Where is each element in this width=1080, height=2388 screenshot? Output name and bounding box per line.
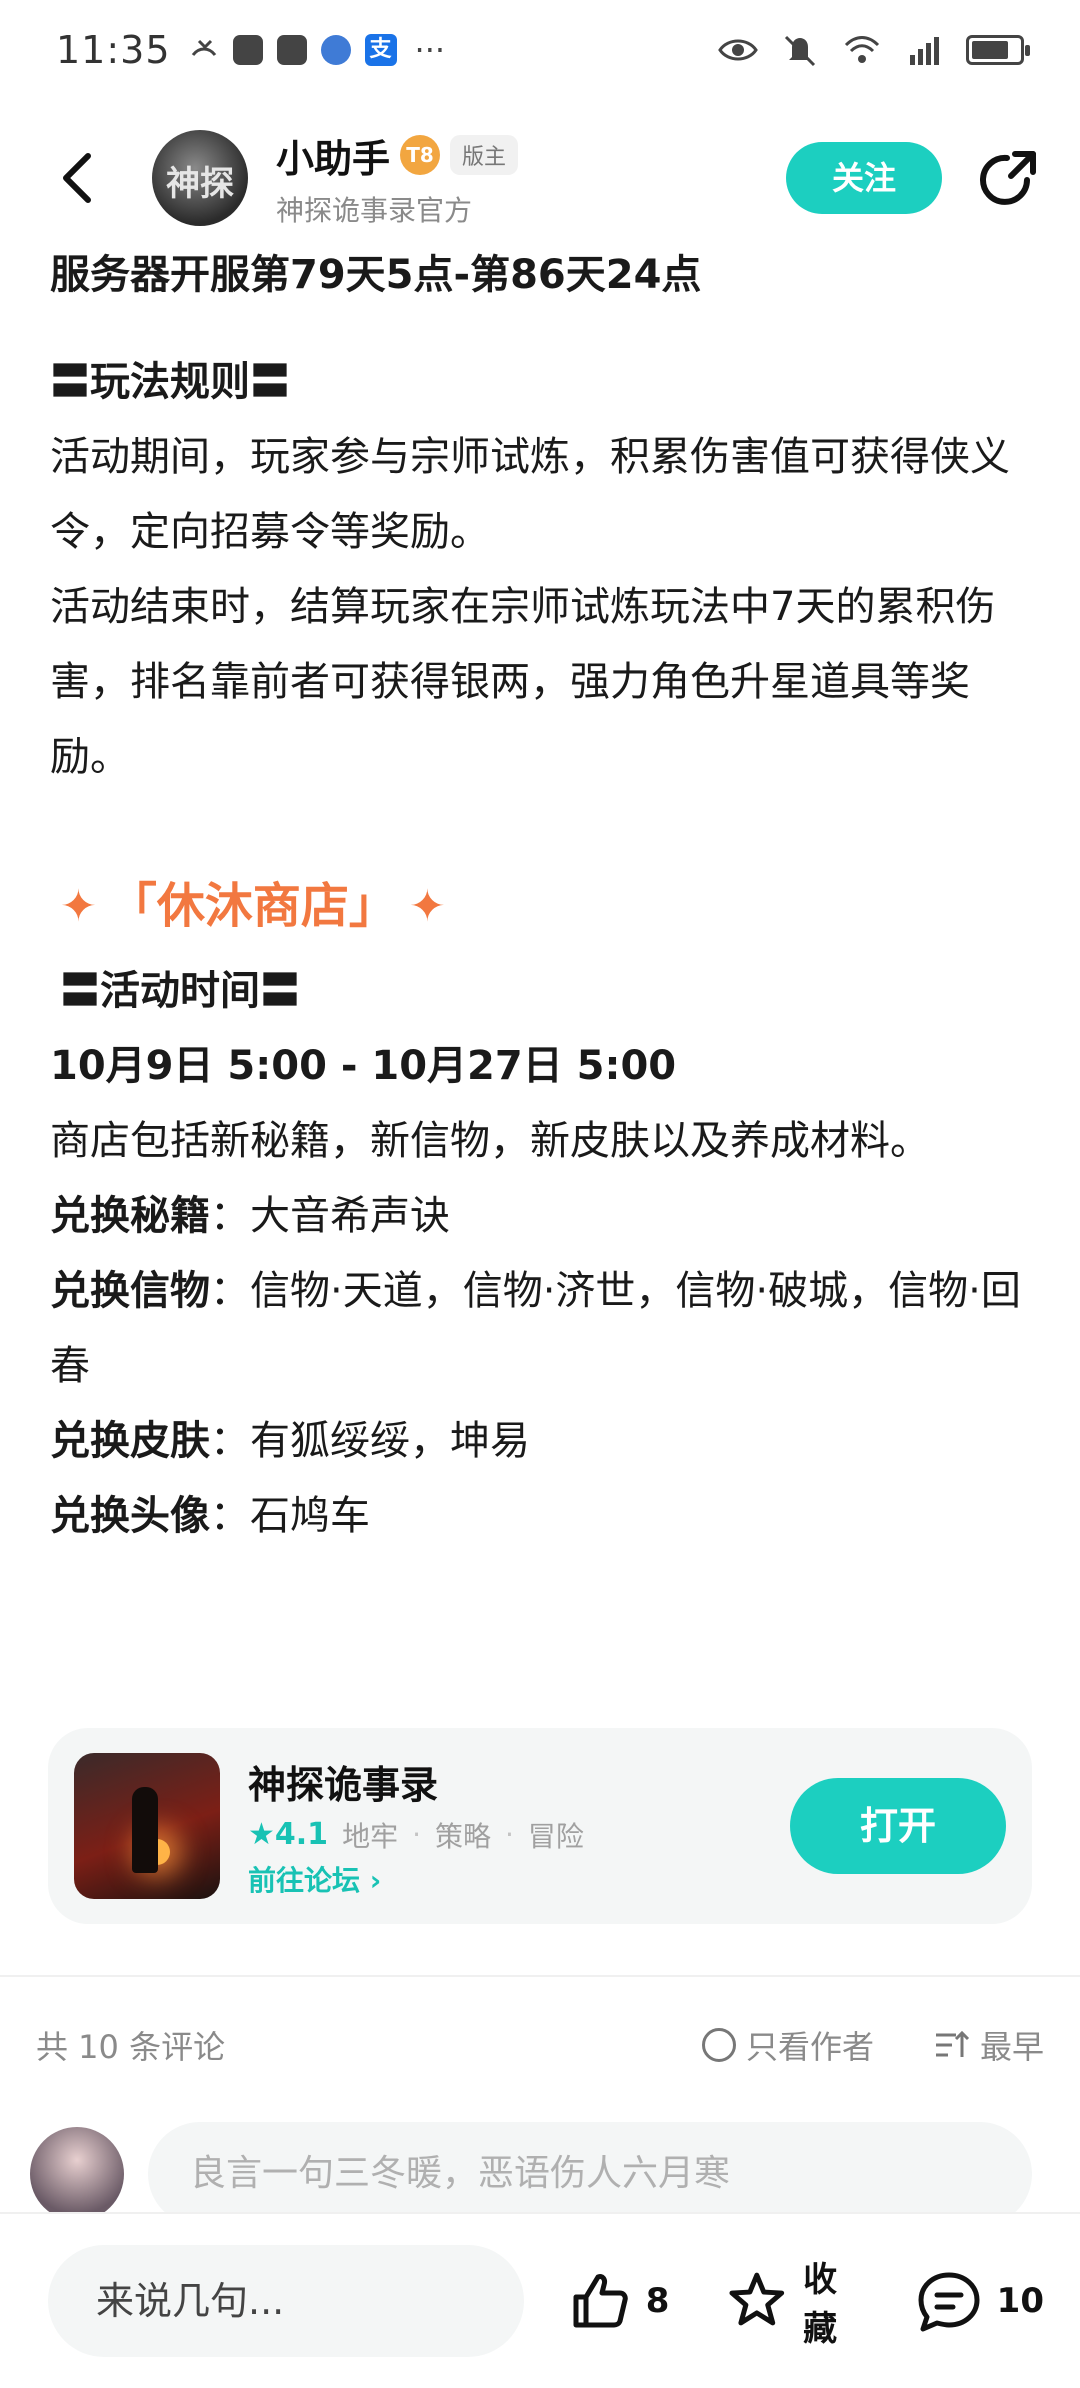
sparkle-icon: ✦ <box>60 881 97 932</box>
rating-value: 4.1 <box>274 1817 329 1852</box>
exchange-value: 大音希声诀 <box>250 1193 450 1239</box>
sparkle-icon: ✦ <box>408 881 446 932</box>
reply-input[interactable]: 来说几句... <box>48 2245 524 2357</box>
only-author-label: 只看作者 <box>745 2028 874 2066</box>
author-subtitle: 神探诡事录官方 <box>276 193 473 227</box>
exchange-value: 石鸠车 <box>250 1493 370 1539</box>
author-name: 小助手 <box>276 136 391 181</box>
post-content: 服务器开服第79天5点-第86天24点 〓玩法规则〓 活动期间，玩家参与宗师试炼… <box>50 238 1030 1554</box>
colon: ： <box>210 1493 250 1539</box>
like-button[interactable]: 8 <box>568 2269 670 2333</box>
shop-title-text: 「休沐商店」 <box>108 878 397 934</box>
colon: ： <box>210 1193 250 1239</box>
favorite-button[interactable]: 收藏 <box>725 2252 870 2350</box>
exchange-item: 兑换秘籍：大音希声诀 <box>50 1179 1030 1254</box>
app-icon <box>232 35 263 65</box>
colon: ： <box>210 1268 250 1314</box>
star-icon <box>729 2272 785 2326</box>
thumbs-up-icon <box>573 2274 628 2328</box>
signal-icon <box>910 37 939 65</box>
avatar-glyph: 神探 <box>166 164 234 204</box>
status-time: 11:35 <box>56 28 171 72</box>
only-author-toggle[interactable]: 只看作者 <box>701 2022 874 2068</box>
game-app-name: 神探诡事录 <box>248 1762 439 1807</box>
game-tag: 地牢 <box>342 1819 399 1853</box>
author-avatar[interactable]: 神探 <box>152 130 248 226</box>
game-tag: 策略 <box>434 1819 491 1853</box>
sort-icon <box>935 2030 970 2057</box>
favorite-label: 收藏 <box>803 2260 838 2349</box>
tag-separator: · <box>412 1818 421 1851</box>
back-button[interactable] <box>48 148 108 208</box>
system-icons <box>718 33 1030 67</box>
alipay-icon: 支 <box>364 34 397 66</box>
exchange-item: 兑换信物：信物·天道，信物·济世，信物·破城，信物·回春 <box>50 1254 1030 1404</box>
app-icon <box>276 35 307 65</box>
go-to-forum-link[interactable]: 前往论坛 › <box>248 1859 584 1899</box>
exchange-label: 兑换皮肤 <box>50 1418 210 1464</box>
rules-paragraph-2: 活动结束时，结算玩家在宗师试炼玩法中7天的累积伤害，排名靠前者可获得银两，强力角… <box>50 584 996 780</box>
share-button[interactable] <box>974 143 1044 213</box>
like-count: 8 <box>645 2281 670 2321</box>
exchange-item: 兑换头像：石鸠车 <box>50 1479 1030 1554</box>
shop-time-heading: 〓活动时间〓 <box>60 968 300 1014</box>
comment-count: 共 10 条评论 <box>36 2028 226 2066</box>
open-app-button[interactable]: 打开 <box>790 1778 1006 1874</box>
comment-input[interactable]: 良言一句三冬暖，恶语伤人六月寒 <box>148 2122 1032 2226</box>
star-icon: ★ <box>248 1817 275 1852</box>
wifi-icon <box>844 36 880 63</box>
exchange-value: 有狐绥绥，坤易 <box>250 1418 530 1464</box>
tag-separator: · <box>505 1818 514 1851</box>
user-avatar <box>30 2127 124 2221</box>
exchange-item: 兑换皮肤：有狐绥绥，坤易 <box>50 1404 1030 1479</box>
author-info[interactable]: 小助手 T8 版主 神探诡事录官方 <box>276 128 519 229</box>
comment-count-badge: 10 <box>996 2281 1044 2321</box>
status-bar: 11:35 支 ··· <box>0 0 1080 100</box>
battery-icon <box>966 35 1030 65</box>
colon: ： <box>210 1418 250 1464</box>
mute-icon <box>784 35 816 67</box>
comment-button[interactable]: 10 <box>915 2269 1044 2333</box>
comments-header: 共 10 条评论 只看作者 最早 <box>36 2010 1044 2080</box>
follow-button[interactable]: 关注 <box>786 142 942 214</box>
browser-icon <box>320 35 351 65</box>
rules-paragraph-1: 活动期间，玩家参与宗师试炼，积累伤害值可获得侠义令，定向招募令等奖励。 <box>50 434 1010 555</box>
game-app-icon <box>74 1753 220 1899</box>
chevron-left-icon <box>63 153 91 203</box>
forum-link-label: 前往论坛 <box>248 1863 361 1897</box>
notification-icons: 支 ··· <box>189 31 446 69</box>
shop-time: 10月9日 5:00 - 10月27日 5:00 <box>50 1043 677 1089</box>
chevron-right-icon: › <box>369 1863 382 1897</box>
level-prefix: T <box>406 143 420 167</box>
exchange-label: 兑换信物 <box>50 1268 210 1314</box>
comment-icon <box>918 2272 980 2332</box>
level-badge: T8 <box>400 135 441 175</box>
game-app-info: 神探诡事录 ★4.1 地牢 · 策略 · 冒险 前往论坛 › <box>248 1754 584 1899</box>
server-time: 服务器开服第79天5点-第86天24点 <box>50 252 702 298</box>
divider <box>0 1975 1080 1977</box>
exchange-label: 兑换头像 <box>50 1493 210 1539</box>
comment-composer: 良言一句三冬暖，恶语伤人六月寒 <box>30 2122 1032 2226</box>
sort-toggle[interactable]: 最早 <box>934 2022 1044 2068</box>
sort-label: 最早 <box>979 2028 1044 2066</box>
level-number: 8 <box>419 143 434 167</box>
share-icon <box>980 151 1036 205</box>
moderator-badge: 版主 <box>450 135 519 175</box>
radio-icon <box>701 2028 736 2062</box>
shop-section-title: ✦ 「休沐商店」 ✦ <box>50 869 1030 944</box>
game-app-card[interactable]: 神探诡事录 ★4.1 地牢 · 策略 · 冒险 前往论坛 › 打开 <box>48 1728 1032 1924</box>
more-icon: ··· <box>414 31 446 69</box>
post-header: 神探 小助手 T8 版主 神探诡事录官方 关注 <box>0 118 1080 238</box>
eye-icon <box>718 39 758 61</box>
game-app-meta: ★4.1 地牢 · 策略 · 冒险 <box>248 1815 584 1855</box>
rating: ★4.1 <box>248 1817 328 1852</box>
bottom-action-bar: 来说几句... 8 收藏 10 <box>0 2212 1080 2388</box>
exchange-label: 兑换秘籍 <box>50 1193 210 1239</box>
rules-heading: 〓玩法规则〓 <box>50 359 290 405</box>
missed-call-icon <box>191 39 216 56</box>
game-tag: 冒险 <box>527 1819 584 1853</box>
shop-description: 商店包括新秘籍，新信物，新皮肤以及养成材料。 <box>50 1118 930 1164</box>
